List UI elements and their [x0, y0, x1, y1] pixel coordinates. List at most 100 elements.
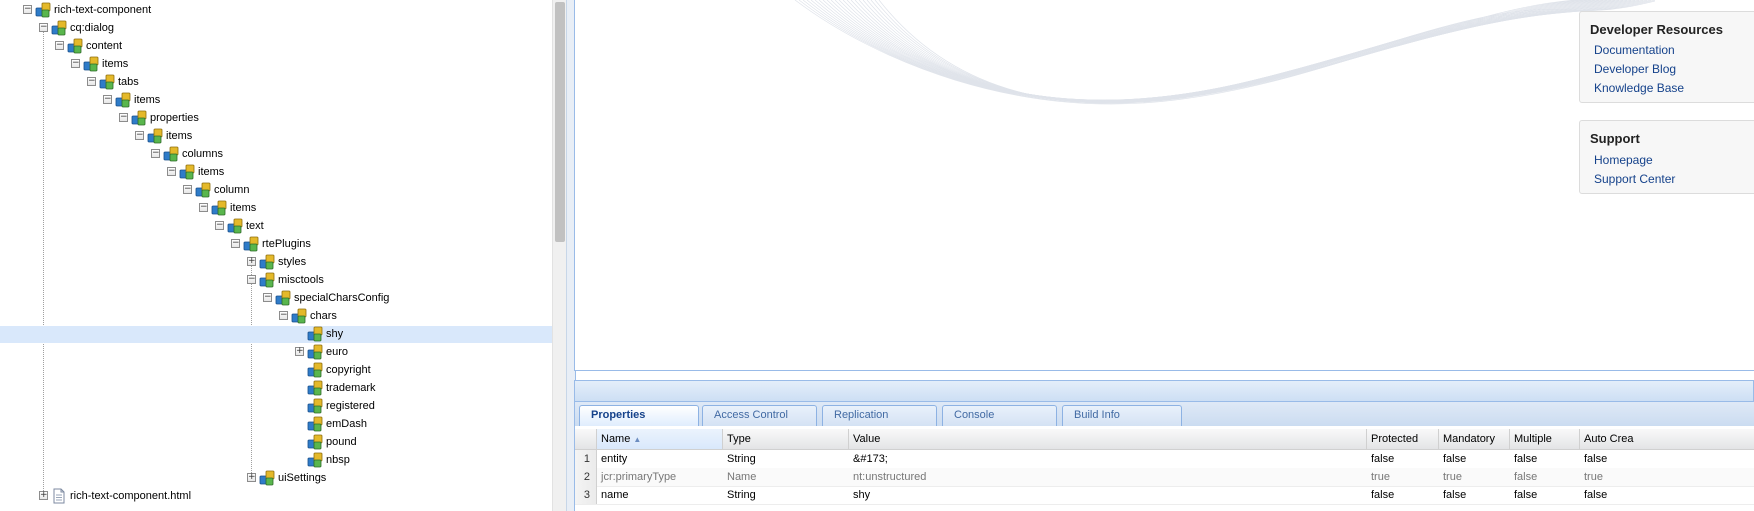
tree-node-label[interactable]: rtePlugins	[262, 236, 311, 253]
table-cell-auto-crea[interactable]: true	[1580, 468, 1754, 486]
table-row[interactable]: 3 name String shy false false false false	[575, 486, 1754, 505]
tree-node-label[interactable]: misctools	[278, 272, 324, 289]
table-cell-mandatory[interactable]: false	[1439, 450, 1510, 468]
tree-node-label[interactable]: rich-text-component	[54, 2, 151, 19]
tree-node[interactable]: − properties	[0, 110, 552, 127]
collapse-minus-icon[interactable]: −	[23, 5, 32, 14]
tree-node[interactable]: − columns	[0, 146, 552, 163]
tree-scroll-thumb[interactable]	[555, 2, 565, 242]
table-cell-name[interactable]: entity	[597, 450, 723, 468]
tree-node-label[interactable]: content	[86, 38, 122, 55]
column-header-protected[interactable]: Protected	[1367, 429, 1439, 449]
tree-node[interactable]: − items	[0, 200, 552, 217]
collapse-minus-icon[interactable]: −	[263, 293, 272, 302]
collapse-minus-icon[interactable]: −	[87, 77, 96, 86]
table-cell-mandatory[interactable]: false	[1439, 486, 1510, 504]
tree-node[interactable]: nbsp	[0, 452, 552, 469]
tree-node[interactable]: − chars	[0, 308, 552, 325]
tree-node[interactable]: + euro	[0, 344, 552, 361]
tree-node-label[interactable]: text	[246, 218, 264, 235]
column-header-type[interactable]: Type	[723, 429, 849, 449]
developer-blog-link[interactable]: Developer Blog	[1594, 62, 1676, 76]
table-cell-type[interactable]: Name	[723, 468, 849, 486]
tree-node[interactable]: − rich-text-component	[0, 2, 552, 19]
collapse-minus-icon[interactable]: −	[119, 113, 128, 122]
collapse-minus-icon[interactable]: −	[151, 149, 160, 158]
expand-plus-icon[interactable]: +	[247, 473, 256, 482]
tree-node-label[interactable]: styles	[278, 254, 306, 271]
expand-plus-icon[interactable]: +	[295, 347, 304, 356]
tree-node[interactable]: − rtePlugins	[0, 236, 552, 253]
tree-node[interactable]: − specialCharsConfig	[0, 290, 552, 307]
tree-node-label[interactable]: shy	[326, 326, 343, 343]
collapse-minus-icon[interactable]: −	[135, 131, 144, 140]
tree-node[interactable]: − cq:dialog	[0, 20, 552, 37]
collapse-minus-icon[interactable]: −	[215, 221, 224, 230]
support-center-link[interactable]: Support Center	[1594, 172, 1675, 186]
tree-node-label[interactable]: nbsp	[326, 452, 350, 469]
collapse-minus-icon[interactable]: −	[247, 275, 256, 284]
table-cell-value[interactable]: shy	[849, 486, 1367, 504]
tree-node-label[interactable]: registered	[326, 398, 375, 415]
table-cell-type[interactable]: String	[723, 450, 849, 468]
tree-node[interactable]: − misctools	[0, 272, 552, 289]
table-cell-name[interactable]: name	[597, 486, 723, 504]
table-cell-mandatory[interactable]: true	[1439, 468, 1510, 486]
tab-build-info[interactable]: Build Info	[1062, 405, 1182, 426]
tree-node[interactable]: − column	[0, 182, 552, 199]
collapse-minus-icon[interactable]: −	[279, 311, 288, 320]
tree-node[interactable]: + styles	[0, 254, 552, 271]
collapsed-panel-header[interactable]	[574, 380, 1754, 402]
column-header-auto-crea[interactable]: Auto Crea	[1580, 429, 1754, 449]
tree-node-label[interactable]: items	[198, 164, 224, 181]
table-cell-protected[interactable]: true	[1367, 468, 1439, 486]
tree-node[interactable]: − content	[0, 38, 552, 55]
tree-node-label[interactable]: specialCharsConfig	[294, 290, 389, 307]
documentation-link[interactable]: Documentation	[1594, 43, 1675, 57]
tab-console[interactable]: Console	[942, 405, 1057, 426]
tree-node-label[interactable]: items	[102, 56, 128, 73]
column-header-name[interactable]: Name ▲	[597, 429, 723, 449]
tree-node-label[interactable]: euro	[326, 344, 348, 361]
collapse-minus-icon[interactable]: −	[231, 239, 240, 248]
table-cell-multiple[interactable]: false	[1510, 486, 1580, 504]
tab-properties[interactable]: Properties	[579, 405, 699, 427]
table-cell-protected[interactable]: false	[1367, 486, 1439, 504]
collapse-minus-icon[interactable]: −	[199, 203, 208, 212]
tree-node[interactable]: shy	[0, 326, 552, 343]
table-row[interactable]: 2 jcr:primaryType Name nt:unstructured true t…	[575, 468, 1754, 487]
tree-scrollbar[interactable]	[552, 0, 567, 511]
table-cell-multiple[interactable]: false	[1510, 450, 1580, 468]
table-row[interactable]: 1 entity String &#173; false false false false	[575, 450, 1754, 469]
collapse-minus-icon[interactable]: −	[183, 185, 192, 194]
collapse-minus-icon[interactable]: −	[167, 167, 176, 176]
tree-node-label[interactable]: chars	[310, 308, 337, 325]
tree-node[interactable]: − items	[0, 56, 552, 73]
tree-node[interactable]: − items	[0, 128, 552, 145]
table-cell-value[interactable]: &#173;	[849, 450, 1367, 468]
tab-access-control[interactable]: Access Control	[702, 405, 817, 426]
tree-node-label[interactable]: properties	[150, 110, 199, 127]
tree-node-label[interactable]: trademark	[326, 380, 376, 397]
tree-node-label[interactable]: columns	[182, 146, 223, 163]
tree-node-label[interactable]: rich-text-component.html	[70, 488, 191, 505]
column-header-mandatory[interactable]: Mandatory	[1439, 429, 1510, 449]
collapse-minus-icon[interactable]: −	[39, 23, 48, 32]
collapse-minus-icon[interactable]: −	[103, 95, 112, 104]
tree-node-label[interactable]: items	[230, 200, 256, 217]
tree-node-label[interactable]: emDash	[326, 416, 367, 433]
tree-node[interactable]: + uiSettings	[0, 470, 552, 487]
table-cell-type[interactable]: String	[723, 486, 849, 504]
tree-node-label[interactable]: uiSettings	[278, 470, 326, 487]
tree-node[interactable]: − items	[0, 164, 552, 181]
table-cell-protected[interactable]: false	[1367, 450, 1439, 468]
tree-node-label[interactable]: copyright	[326, 362, 371, 379]
tree-node[interactable]: copyright	[0, 362, 552, 379]
column-header-value[interactable]: Value	[849, 429, 1367, 449]
tree-node[interactable]: − text	[0, 218, 552, 235]
collapse-minus-icon[interactable]: −	[55, 41, 64, 50]
tree-node[interactable]: − items	[0, 92, 552, 109]
tab-replication[interactable]: Replication	[822, 405, 937, 426]
tree-node[interactable]: − tabs	[0, 74, 552, 91]
tree-node-label[interactable]: column	[214, 182, 249, 199]
